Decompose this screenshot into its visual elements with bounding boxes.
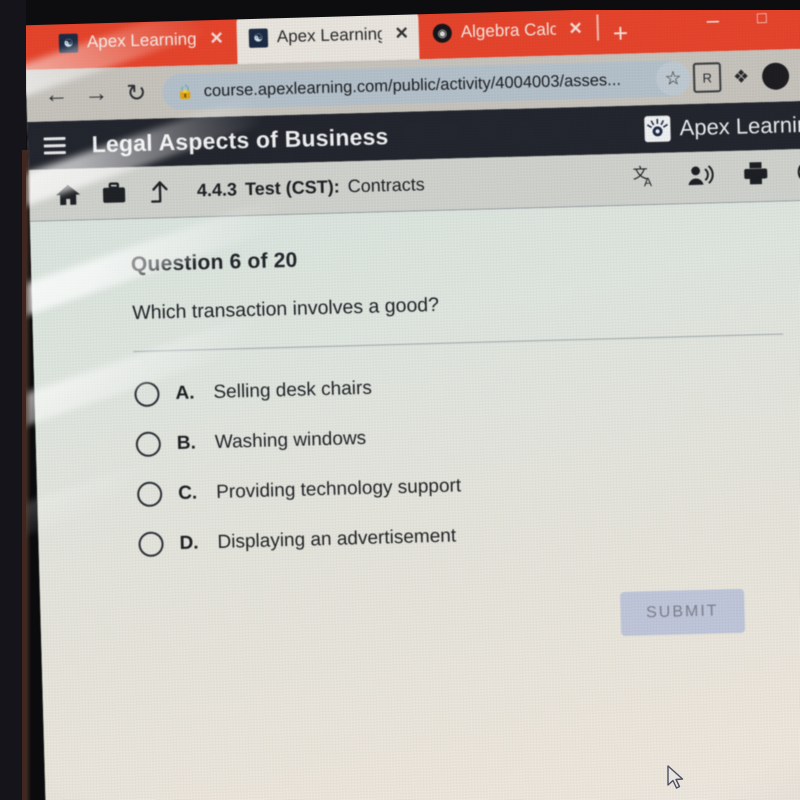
answer-option-c[interactable]: C. Providing technology support [136, 465, 787, 508]
address-bar[interactable]: 🔒 course.apexlearning.com/public/activit… [161, 60, 689, 111]
close-tab-icon[interactable]: ✕ [394, 24, 409, 44]
brand-logo: Apex Learning [644, 111, 800, 143]
radio-button[interactable] [136, 481, 163, 508]
choice-letter: B. [176, 432, 197, 454]
activity-kind: Test (CST): [244, 176, 340, 200]
submit-row: SUBMIT [140, 587, 791, 649]
tab-title: Apex Learning [86, 29, 197, 52]
submit-button[interactable]: SUBMIT [619, 588, 746, 637]
radio-button[interactable] [135, 431, 162, 458]
forward-button[interactable]: → [76, 74, 117, 115]
apex-favicon: ☯ [58, 33, 79, 53]
answer-option-a[interactable]: A. Selling desk chairs [134, 365, 784, 408]
extension-badge-icon[interactable]: R [690, 60, 725, 95]
print-icon[interactable] [742, 161, 769, 191]
tab-title: Algebra Calcula [460, 19, 556, 42]
apex-favicon: ☯ [248, 27, 269, 48]
monitor-bezel-left [0, 0, 26, 800]
choice-letter: D. [179, 531, 199, 554]
lock-icon: 🔒 [176, 82, 194, 100]
maximize-button[interactable]: □ [757, 10, 767, 27]
close-tab-icon[interactable]: ✕ [209, 29, 224, 49]
monitor-bezel-left-highlight [22, 150, 26, 800]
translate-icon[interactable]: 文 A [632, 164, 659, 194]
question-page: Question 6 of 20 Which transaction invol… [29, 200, 800, 800]
activity-number: 4.4.3 [196, 179, 238, 201]
screen-content: ☯ Apex Learning ✕ ☯ Apex Learning - ✕ ◉ … [24, 0, 800, 800]
home-icon[interactable] [45, 182, 92, 207]
radio-button[interactable] [134, 381, 160, 408]
svg-text:A: A [644, 175, 652, 189]
tab-divider [596, 14, 600, 41]
activity-topic: Contracts [347, 174, 425, 197]
window-controls: – □ ✕ [706, 6, 800, 32]
divider [133, 333, 784, 353]
extensions-puzzle-icon[interactable]: ❖ [724, 59, 759, 94]
answer-choices: A. Selling desk chairs B. Washing window… [134, 365, 788, 558]
up-arrow-icon[interactable] [137, 178, 184, 205]
radio-button[interactable] [138, 531, 164, 558]
calculator-favicon: ◉ [432, 22, 453, 43]
kebab-menu-icon[interactable] [792, 57, 800, 92]
monitor-photograph: ☯ Apex Learning ✕ ☯ Apex Learning - ✕ ◉ … [0, 0, 800, 800]
close-tab-icon[interactable]: ✕ [568, 19, 583, 39]
activity-tools: 文 A [632, 158, 800, 194]
reload-button[interactable]: ↻ [116, 72, 157, 113]
brand-name: Apex Learning [679, 111, 800, 141]
profile-avatar-icon[interactable] [758, 58, 793, 93]
browser-tab-2[interactable]: ☯ Apex Learning - ✕ [236, 7, 420, 65]
course-title: Legal Aspects of Business [91, 122, 389, 157]
choice-text: Displaying an advertisement [217, 525, 457, 553]
hamburger-menu-icon[interactable] [43, 136, 69, 155]
tab-title: Apex Learning - [276, 24, 382, 47]
read-aloud-icon[interactable] [686, 163, 715, 191]
answer-option-d[interactable]: D. Displaying an advertisement [138, 515, 788, 558]
back-button[interactable]: ← [36, 75, 77, 116]
choice-letter: A. [175, 382, 195, 404]
url-text: course.apexlearning.com/public/activity/… [203, 70, 622, 100]
browser-tab-3[interactable]: ◉ Algebra Calcula ✕ [420, 3, 593, 60]
new-tab-button[interactable]: + [612, 18, 628, 49]
choice-letter: C. [177, 481, 198, 504]
briefcase-icon[interactable] [91, 181, 138, 206]
minimize-button[interactable]: – [706, 7, 719, 32]
choice-text: Washing windows [214, 427, 367, 453]
choice-text: Selling desk chairs [213, 377, 373, 403]
breadcrumb: 4.4.3 Test (CST): Contracts [197, 174, 425, 201]
choice-text: Providing technology support [215, 474, 462, 503]
question-counter: Question 6 of 20 [130, 248, 298, 277]
answer-option-b[interactable]: B. Washing windows [135, 415, 786, 458]
apex-sun-icon [644, 115, 671, 143]
bookmark-icon[interactable]: ☆ [655, 61, 691, 96]
browser-tab-1[interactable]: ☯ Apex Learning ✕ [46, 12, 237, 69]
help-icon[interactable]: ? [796, 158, 800, 190]
question-prompt: Which transaction involves a good? [131, 293, 440, 325]
